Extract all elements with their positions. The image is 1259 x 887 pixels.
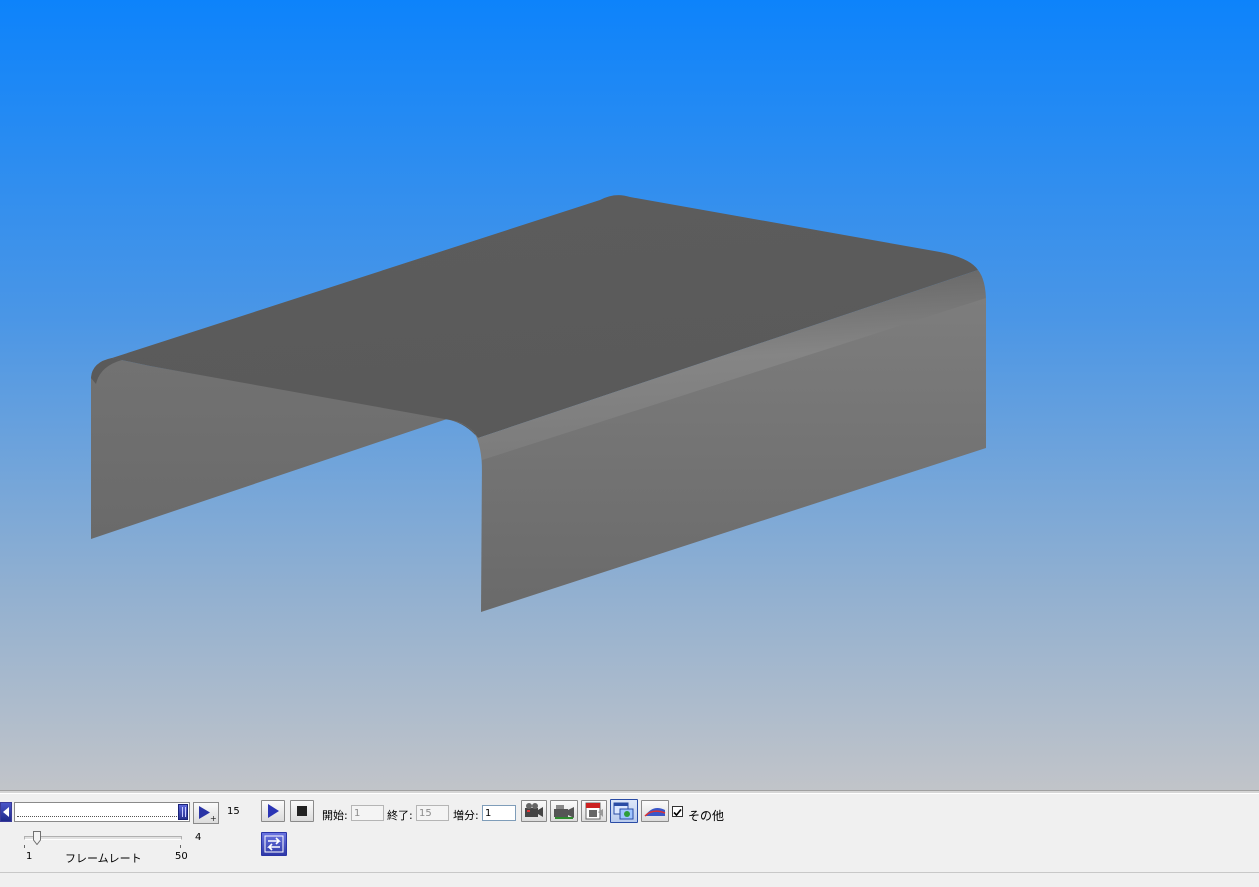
play-button[interactable] bbox=[261, 800, 285, 822]
window-capture-icon bbox=[613, 802, 634, 820]
end-label: 終了: bbox=[387, 809, 413, 822]
prev-frame-button[interactable] bbox=[0, 802, 12, 822]
end-frame-field[interactable] bbox=[416, 805, 449, 821]
play-icon bbox=[268, 804, 279, 818]
current-frame-number: 15 bbox=[227, 806, 240, 817]
framerate-slider-track[interactable] bbox=[24, 836, 182, 840]
window-capture-button[interactable] bbox=[610, 799, 638, 823]
avi-export-button[interactable] bbox=[581, 800, 607, 822]
step-field[interactable] bbox=[482, 805, 516, 821]
stop-icon bbox=[297, 806, 307, 816]
video-camera-icon bbox=[554, 805, 574, 819]
next-frame-plus-icon: + bbox=[199, 806, 217, 823]
prev-frame-icon bbox=[3, 807, 9, 817]
framerate-max-label: 50 bbox=[175, 851, 188, 862]
other-checkbox[interactable] bbox=[672, 806, 683, 817]
next-frame-button[interactable]: + bbox=[193, 802, 219, 824]
sheet-metal-model bbox=[91, 195, 986, 612]
swap-button[interactable] bbox=[261, 832, 287, 856]
camera-record-button[interactable] bbox=[521, 800, 547, 822]
3d-viewport[interactable] bbox=[0, 0, 1259, 790]
stop-button[interactable] bbox=[290, 800, 314, 822]
svg-text:+: + bbox=[210, 814, 217, 823]
surface-display-button[interactable] bbox=[641, 800, 669, 822]
timeline-thumb[interactable] bbox=[178, 804, 188, 820]
framerate-min-label: 1 bbox=[26, 851, 33, 862]
video-camera-button[interactable] bbox=[550, 800, 578, 822]
status-bar bbox=[0, 872, 1259, 887]
start-label: 開始: bbox=[322, 809, 348, 822]
timeline-track[interactable] bbox=[14, 802, 190, 822]
framerate-tick-max bbox=[180, 845, 181, 848]
framerate-tick-min bbox=[24, 845, 25, 848]
framerate-value: 4 bbox=[195, 832, 202, 843]
other-label: その他 bbox=[688, 809, 725, 823]
camera-record-icon bbox=[525, 803, 543, 817]
start-frame-field[interactable] bbox=[351, 805, 384, 821]
swap-arrows-icon bbox=[264, 835, 284, 853]
step-label: 増分: bbox=[453, 809, 479, 822]
framerate-slider-thumb[interactable] bbox=[33, 831, 41, 846]
avi-export-icon bbox=[585, 802, 603, 820]
checkmark-icon bbox=[673, 808, 682, 817]
surface-display-icon bbox=[644, 808, 666, 817]
timeline-dotted-guide bbox=[17, 816, 177, 817]
framerate-label: フレームレート bbox=[65, 852, 142, 865]
